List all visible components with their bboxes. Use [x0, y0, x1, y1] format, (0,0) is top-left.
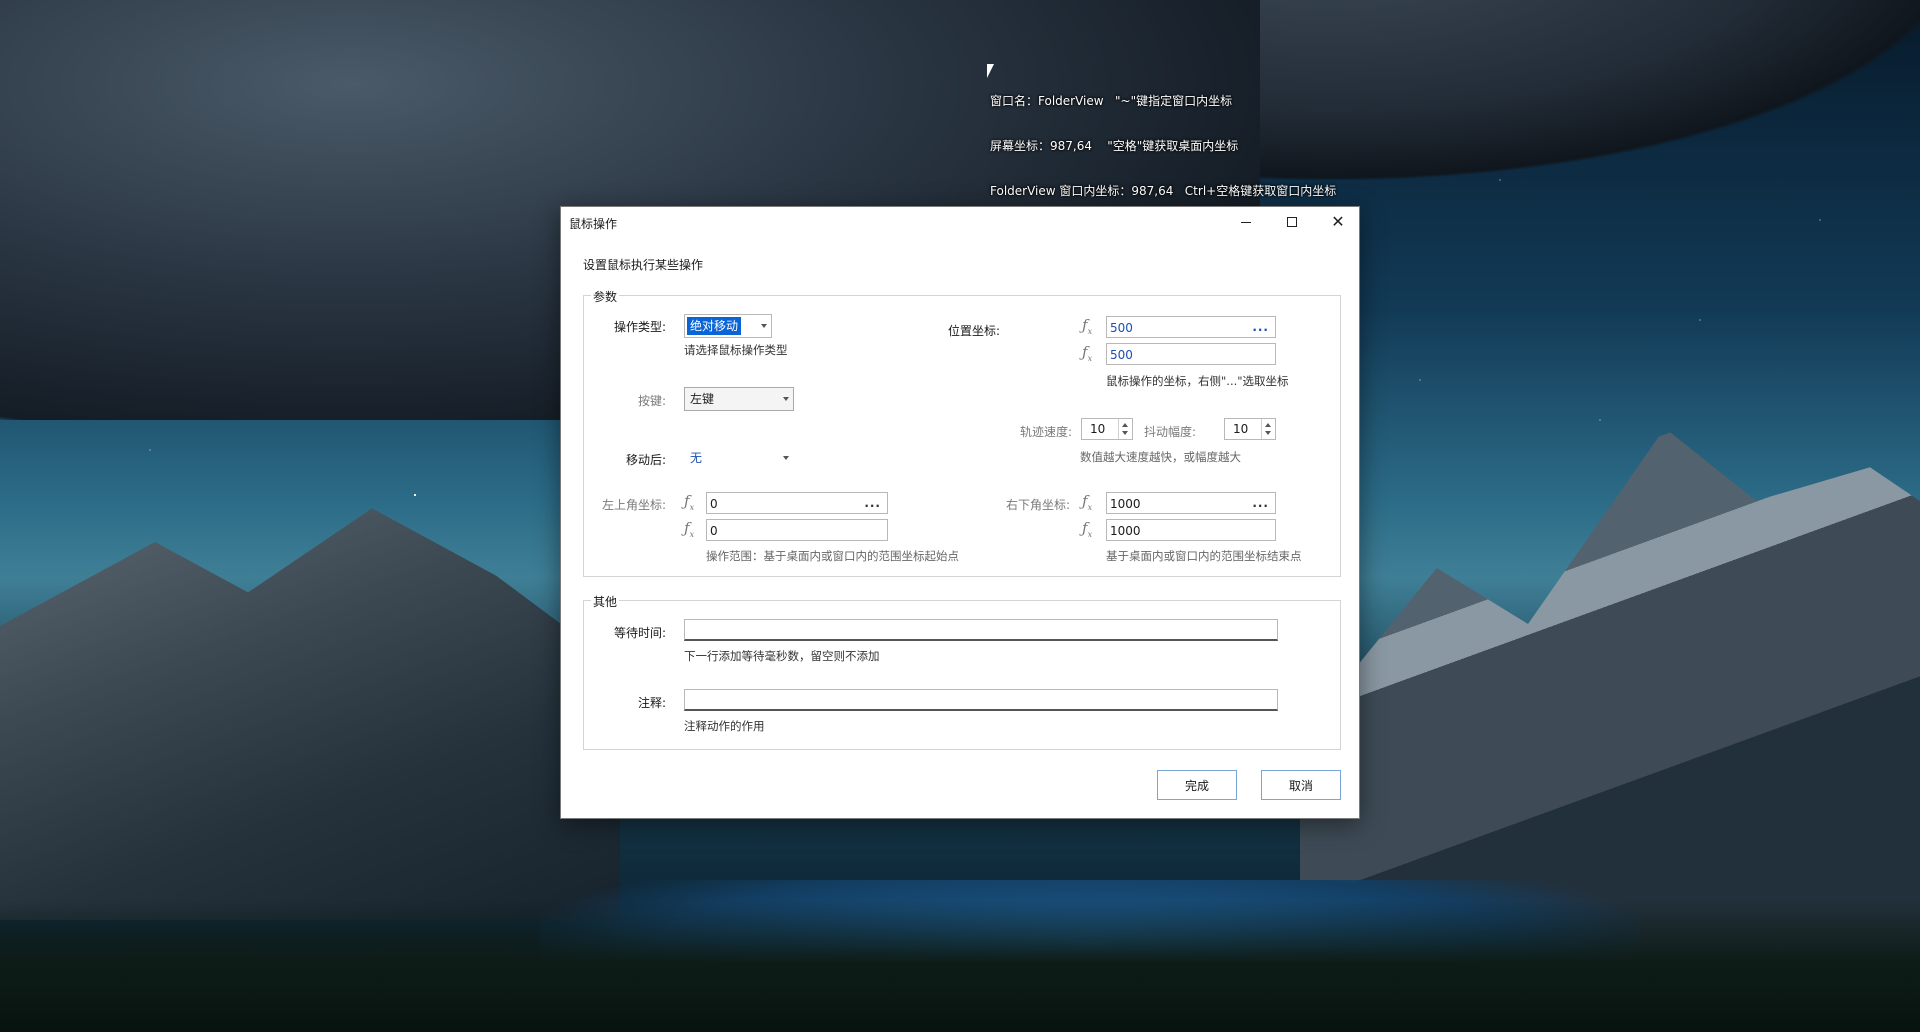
other-group: 其他 等待时间: 下一行添加等待毫秒数，留空则不添加 注释: 注释动作的作用	[583, 593, 1341, 750]
position-hint: 鼠标操作的坐标，右侧"..."选取坐标	[1106, 374, 1289, 388]
op-type-hint: 请选择鼠标操作类型	[684, 343, 788, 357]
shake-value: 10	[1233, 422, 1249, 436]
minimize-icon	[1241, 221, 1251, 223]
bottom-right-x-input[interactable]: 1000 ...	[1106, 492, 1276, 514]
fx-icon[interactable]: ƒx	[1082, 316, 1102, 338]
pick-top-left-button[interactable]: ...	[864, 495, 881, 511]
top-left-y-value: 0	[710, 524, 718, 538]
shake-stepper[interactable]	[1261, 419, 1275, 439]
note-hint: 注释动作的作用	[684, 719, 765, 733]
coordinate-overlay: 窗口名：FolderView "~"键指定窗口内坐标 屏幕坐标：987,64 "…	[990, 64, 1336, 214]
minimize-button[interactable]	[1223, 207, 1269, 237]
position-label: 位置坐标:	[947, 324, 1000, 338]
fx-sub: x	[1087, 503, 1093, 512]
key-value: 左键	[690, 392, 715, 406]
mouse-operation-dialog: 鼠标操作 ✕ 设置鼠标执行某些操作 参数 操作类型: 绝对移动 请选择鼠标操作类…	[560, 206, 1360, 819]
position-x-input[interactable]: 500 ...	[1106, 316, 1276, 338]
after-move-value: 无	[690, 451, 703, 465]
top-left-hint: 操作范围：基于桌面内或窗口内的范围坐标起始点	[706, 549, 959, 563]
spin-down-icon	[1265, 431, 1271, 435]
track-speed-value: 10	[1090, 422, 1106, 436]
overlay-line-screen: 屏幕坐标：987,64 "空格"键获取桌面内坐标	[990, 139, 1239, 153]
fx-sub: x	[689, 503, 695, 512]
top-left-x-value: 0	[710, 497, 718, 511]
cancel-button[interactable]: 取消	[1261, 770, 1341, 800]
close-icon: ✕	[1331, 212, 1345, 231]
bottom-right-hint: 基于桌面内或窗口内的范围坐标结束点	[1106, 549, 1302, 563]
bottom-right-y-value: 1000	[1110, 524, 1141, 538]
dropdown-arrow-icon	[783, 397, 789, 401]
wait-time-hint: 下一行添加等待毫秒数，留空则不添加	[684, 649, 880, 663]
fx-icon[interactable]: ƒx	[684, 492, 704, 514]
after-move-select[interactable]: 无	[684, 446, 794, 470]
position-x-value: 500	[1110, 321, 1133, 335]
forest	[0, 900, 1920, 1032]
overlay-line-client: FolderView 窗口内坐标：987,64 Ctrl+空格键获取窗口内坐标	[990, 184, 1337, 198]
fx-icon[interactable]: ƒx	[1082, 492, 1102, 514]
title-bar[interactable]: 鼠标操作 ✕	[561, 207, 1359, 237]
pick-position-button[interactable]: ...	[1252, 319, 1269, 335]
position-y-value: 500	[1110, 348, 1133, 362]
wait-time-input[interactable]	[684, 619, 1278, 641]
after-move-label: 移动后:	[625, 453, 666, 467]
other-legend: 其他	[591, 593, 620, 610]
bottom-right-y-input[interactable]: 1000	[1106, 519, 1276, 541]
fx-icon[interactable]: ƒx	[684, 519, 704, 541]
maximize-icon	[1287, 217, 1297, 227]
fx-icon[interactable]: ƒx	[1082, 519, 1102, 541]
pick-bottom-right-button[interactable]: ...	[1252, 495, 1269, 511]
position-y-input[interactable]: 500	[1106, 343, 1276, 365]
note-label: 注释:	[637, 696, 666, 710]
shake-label: 抖动幅度:	[1143, 425, 1196, 439]
dialog-title: 鼠标操作	[569, 217, 618, 231]
op-type-select[interactable]: 绝对移动	[684, 314, 772, 338]
bottom-right-label: 右下角坐标:	[1005, 498, 1070, 512]
note-input[interactable]	[684, 689, 1278, 711]
close-button[interactable]: ✕	[1315, 207, 1361, 237]
fx-sub: x	[1087, 354, 1093, 363]
params-group: 参数 操作类型: 绝对移动 请选择鼠标操作类型 按键: 左键 移动后: 无 位置…	[583, 288, 1341, 577]
top-left-label: 左上角坐标:	[601, 498, 666, 512]
fx-sub: x	[689, 530, 695, 539]
fx-sub: x	[1087, 327, 1093, 336]
top-left-x-input[interactable]: 0 ...	[706, 492, 888, 514]
params-legend: 参数	[591, 288, 620, 305]
dialog-subtitle: 设置鼠标执行某些操作	[583, 258, 704, 272]
shake-spinner[interactable]: 10	[1224, 418, 1276, 440]
done-button[interactable]: 完成	[1157, 770, 1237, 800]
maximize-button[interactable]	[1269, 207, 1315, 237]
spin-up-icon	[1265, 423, 1271, 427]
bottom-right-x-value: 1000	[1110, 497, 1141, 511]
fx-sub: x	[1087, 530, 1093, 539]
wait-time-label: 等待时间:	[613, 626, 666, 640]
dropdown-arrow-icon	[783, 456, 789, 460]
dropdown-arrow-icon	[761, 324, 767, 328]
fx-icon[interactable]: ƒx	[1082, 343, 1102, 365]
speed-hint: 数值越大速度越快，或幅度越大	[1080, 450, 1241, 464]
top-left-y-input[interactable]: 0	[706, 519, 888, 541]
op-type-label: 操作类型:	[613, 320, 666, 334]
key-label: 按键:	[637, 394, 666, 408]
op-type-value: 绝对移动	[687, 317, 742, 335]
key-select[interactable]: 左键	[684, 387, 794, 411]
track-speed-label: 轨迹速度:	[1019, 425, 1072, 439]
overlay-line-window: 窗口名：FolderView "~"键指定窗口内坐标	[990, 94, 1233, 108]
